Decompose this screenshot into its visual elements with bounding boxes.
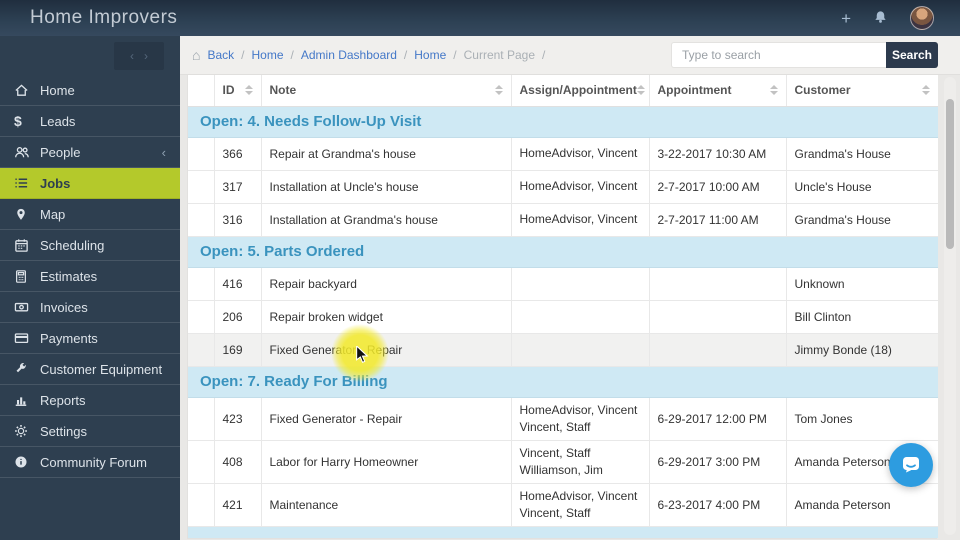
column-header-assign: Assign/Appointment: [519, 83, 637, 98]
table-row[interactable]: 366 Repair at Grandma's house HomeAdviso…: [188, 137, 938, 171]
breadcrumb-admin-dashboard[interactable]: Admin Dashboard: [301, 48, 397, 62]
breadcrumb-back[interactable]: Back: [207, 48, 234, 62]
sidebar: ‹ › Home $ Leads People ‹ Jobs Map Sched…: [0, 36, 180, 540]
table-row[interactable]: 408 Labor for Harry Homeowner Vincent, S…: [188, 440, 938, 484]
table-row[interactable]: 423 Fixed Generator - Repair HomeAdvisor…: [188, 397, 938, 441]
app-header: Home Improvers +: [0, 0, 960, 36]
sort-icon[interactable]: [769, 85, 778, 96]
sort-icon[interactable]: [636, 85, 645, 96]
chevron-left-icon: ‹: [130, 49, 134, 63]
sidebar-item-label: Community Forum: [40, 454, 147, 470]
sidebar-item-label: Settings: [40, 423, 87, 439]
column-header-appointment: Appointment: [657, 83, 732, 98]
chat-bubble-icon: [903, 457, 919, 473]
sidebar-item-label: Invoices: [40, 299, 88, 315]
toolbar: ⌂ Back / Home / Admin Dashboard / Home /…: [180, 36, 960, 75]
sidebar-item-people[interactable]: People ‹: [0, 137, 180, 168]
chevron-collapse-icon[interactable]: ‹: [162, 145, 166, 160]
breadcrumb-home[interactable]: Home: [252, 48, 284, 62]
bar-chart-icon: [14, 393, 40, 407]
sidebar-item-label: Map: [40, 206, 66, 222]
breadcrumb-separator: /: [241, 48, 245, 62]
sidebar-item-label: Customer Equipment: [40, 361, 163, 377]
table-row[interactable]: 416 Repair backyard Unknown: [188, 267, 938, 301]
table-header-row: ID Note Assign/Appointment Appointment C…: [188, 75, 938, 107]
table-row[interactable]: 421 Maintenance HomeAdvisor, Vincent Vin…: [188, 483, 938, 527]
map-pin-icon: [14, 207, 40, 222]
jobs-table: ID Note Assign/Appointment Appointment C…: [187, 75, 938, 539]
sidebar-item-scheduling[interactable]: Scheduling: [0, 230, 180, 261]
column-header-id: ID: [222, 83, 235, 98]
breadcrumb-separator: /: [542, 48, 546, 62]
sidebar-item-label: Scheduling: [40, 237, 105, 253]
home-icon[interactable]: ⌂: [192, 47, 200, 63]
table-row[interactable]: 316 Installation at Grandma's house Home…: [188, 203, 938, 237]
sidebar-item-leads[interactable]: $ Leads: [0, 106, 180, 137]
info-icon: [14, 455, 40, 469]
sort-icon[interactable]: [494, 85, 503, 96]
sidebar-item-label: Leads: [40, 113, 76, 129]
sidebar-item-settings[interactable]: Settings: [0, 416, 180, 447]
sort-icon[interactable]: [922, 85, 930, 96]
table-row-hovered[interactable]: 169 Fixed Generator - Repair Jimmy Bonde…: [188, 333, 938, 367]
sidebar-item-estimates[interactable]: Estimates: [0, 261, 180, 292]
sidebar-item-label: Jobs: [40, 175, 71, 191]
gear-icon: [14, 424, 40, 438]
sidebar-item-jobs[interactable]: Jobs: [0, 168, 180, 199]
breadcrumb-separator: /: [403, 48, 408, 62]
breadcrumb-home-2[interactable]: Home: [414, 48, 446, 62]
group-header: Open: 7. Ready For Billing: [188, 366, 938, 398]
sidebar-item-home[interactable]: Home: [0, 75, 180, 106]
sidebar-item-invoices[interactable]: Invoices: [0, 292, 180, 323]
search-input[interactable]: [671, 42, 886, 68]
table-row[interactable]: 317 Installation at Uncle's house HomeAd…: [188, 170, 938, 204]
sidebar-nav: Home $ Leads People ‹ Jobs Map Schedulin…: [0, 75, 180, 478]
user-avatar[interactable]: [910, 6, 934, 30]
chat-widget-button[interactable]: [889, 443, 933, 487]
credit-card-icon: [14, 331, 40, 345]
wrench-icon: [14, 362, 40, 376]
sidebar-item-label: Estimates: [40, 268, 98, 284]
group-header: Open: 4. Needs Follow-Up Visit: [188, 106, 938, 138]
chevron-right-icon: ›: [144, 49, 148, 63]
search-area: Search: [671, 42, 960, 68]
sidebar-item-community-forum[interactable]: Community Forum: [0, 447, 180, 478]
sort-icon[interactable]: [244, 85, 253, 96]
invoice-icon: [14, 300, 40, 314]
breadcrumb-current-page: Current Page: [463, 48, 535, 62]
app-title: Home Improvers: [30, 7, 178, 28]
column-header-note: Note: [269, 83, 297, 98]
breadcrumb-separator: /: [290, 48, 294, 62]
sidebar-item-label: People: [40, 144, 81, 160]
column-header-customer: Customer: [794, 83, 851, 98]
notifications-bell-icon[interactable]: [873, 9, 888, 28]
table-row[interactable]: 206 Repair broken widget Bill Clinton: [188, 300, 938, 334]
sidebar-item-label: Home: [40, 82, 75, 98]
dollar-icon: $: [14, 113, 22, 129]
sidebar-item-customer-equipment[interactable]: Customer Equipment: [0, 354, 180, 385]
vertical-scrollbar[interactable]: [944, 77, 956, 535]
group-header: Open: 5. Parts Ordered: [188, 236, 938, 268]
sidebar-item-label: Payments: [40, 330, 98, 346]
breadcrumb-separator: /: [453, 48, 457, 62]
home-icon: [14, 83, 40, 98]
add-icon[interactable]: +: [841, 10, 851, 27]
list-icon: [14, 176, 40, 190]
sidebar-item-map[interactable]: Map: [0, 199, 180, 230]
calculator-icon: [14, 269, 40, 284]
scrollbar-thumb[interactable]: [946, 99, 954, 249]
calendar-icon: [14, 238, 40, 253]
sidebar-item-payments[interactable]: Payments: [0, 323, 180, 354]
jobs-table-area: ID Note Assign/Appointment Appointment C…: [180, 75, 960, 540]
sidebar-item-label: Reports: [40, 392, 86, 408]
sidebar-collapse-control[interactable]: ‹ ›: [114, 42, 164, 70]
topbar-actions: +: [841, 6, 960, 30]
group-header-partial: [188, 526, 938, 538]
sidebar-item-reports[interactable]: Reports: [0, 385, 180, 416]
search-button[interactable]: Search: [886, 42, 938, 68]
breadcrumb: ⌂ Back / Home / Admin Dashboard / Home /…: [180, 47, 545, 63]
people-icon: [14, 145, 40, 160]
